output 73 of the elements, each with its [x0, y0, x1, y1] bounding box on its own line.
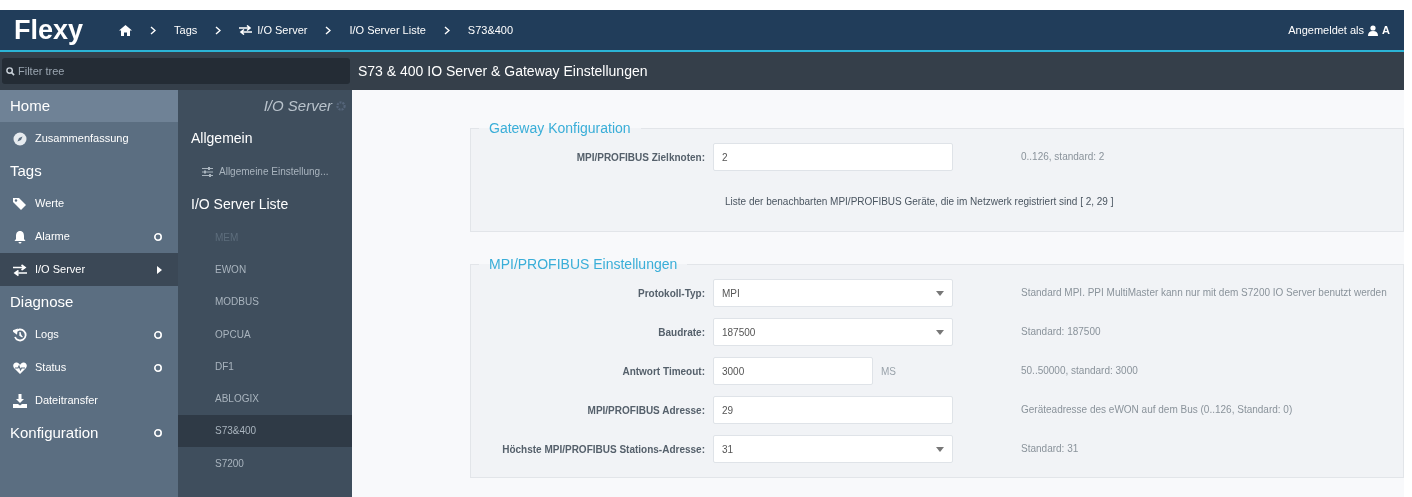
tag-icon — [13, 196, 27, 211]
subnav-item[interactable]: OPCUA — [178, 317, 352, 351]
hint-text: 50..50000, standard: 3000 — [1021, 364, 1139, 378]
login-label: Angemeldet als — [1288, 22, 1365, 38]
hint-text: 0..126, standard: 2 — [1021, 150, 1106, 164]
section-legend: MPI/PROFIBUS Einstellungen — [479, 254, 688, 275]
input-field[interactable]: 29 — [713, 396, 953, 424]
hint-text: Standard: 31 — [1021, 442, 1080, 456]
nav-section[interactable]: Tags — [0, 155, 178, 187]
hint-text: Geräteadresse des eWON auf dem Bus (0..126, Standard: 0) — [1021, 403, 1294, 417]
bell-icon — [13, 229, 27, 244]
nav-section[interactable]: Konfiguration — [0, 417, 178, 449]
compass-icon — [13, 131, 27, 146]
nav-section[interactable]: Home — [0, 90, 178, 122]
field-label: MPI/PROFIBUS Adresse: — [586, 403, 706, 418]
sliders-icon — [202, 166, 213, 177]
subnav-item[interactable]: Allgemeine Einstellung... — [178, 155, 352, 188]
breadcrumb-link[interactable]: I/O Server — [239, 21, 308, 39]
breadcrumb-link[interactable]: S73&400 — [467, 21, 514, 39]
nav-item[interactable]: Dateitransfer — [0, 384, 178, 417]
hint-text: Standard: 187500 — [1021, 325, 1102, 339]
caret-icon — [936, 329, 944, 335]
page-title: S73 & 400 IO Server & Gateway Einstellungen — [358, 61, 648, 81]
caret-icon — [936, 290, 944, 296]
section-legend: Gateway Konfiguration — [479, 118, 641, 139]
breadcrumb-link[interactable]: I/O Server Liste — [349, 21, 426, 39]
chevron-icon — [325, 25, 332, 35]
chevron-icon — [443, 25, 450, 35]
field-label: Baudrate: — [657, 325, 706, 340]
subnav-title: I/O Server — [263, 95, 332, 116]
subnav-heading: Allgemein — [190, 129, 254, 148]
subnav-item[interactable]: S7200 — [178, 447, 352, 480]
caret-icon — [936, 446, 944, 452]
nav-item[interactable]: Alarme — [0, 220, 178, 253]
download-icon — [13, 393, 27, 408]
field-label: MPI/PROFIBUS Zielknoten: — [575, 150, 706, 165]
search-icon — [6, 67, 15, 76]
chevron-icon — [150, 25, 157, 35]
user-icon — [1368, 24, 1379, 36]
nav-item[interactable]: I/O Server — [0, 253, 178, 286]
breadcrumb-link[interactable]: Tags — [174, 21, 198, 39]
subnav-item[interactable]: S73&400 — [178, 414, 352, 448]
hint-text: Standard MPI. PPI MultiMaster kann nur mit dem S7200 IO Server benutzt werden — [1021, 286, 1388, 300]
subnav-item[interactable]: DF1 — [178, 350, 352, 383]
nav-section[interactable]: Diagnose — [0, 286, 178, 318]
subnav-item[interactable]: ABLOGIX — [178, 382, 352, 415]
unit-label: MS — [881, 364, 896, 379]
info-text: Liste der benachbarten MPI/PROFIBUS Geräte, die im Netzwerk registriert sind [ 2, 29 ] — [725, 195, 1114, 209]
chevron-icon — [215, 25, 222, 35]
nav-item[interactable]: Status — [0, 351, 178, 384]
dropdown[interactable]: 31 — [713, 435, 953, 463]
field-label: Protokoll-Typ: — [636, 286, 706, 301]
filter-field[interactable]: Filter tree — [2, 58, 350, 84]
caret-icon — [157, 265, 162, 274]
subnav-heading: I/O Server Liste — [190, 195, 290, 214]
subnav-item[interactable]: EWON — [178, 253, 352, 286]
history-icon — [13, 327, 27, 342]
field-label: Höchste MPI/PROFIBUS Stations-Adresse: — [501, 442, 706, 457]
swap-arrows-icon — [13, 262, 27, 277]
input-field[interactable]: 3000 — [713, 357, 873, 385]
heartbeat-icon — [13, 360, 27, 375]
input-field[interactable]: 2 — [713, 143, 953, 171]
logo[interactable]: Flexy — [14, 16, 84, 44]
dropdown[interactable]: MPI — [713, 279, 953, 307]
nav-item[interactable]: Zusammenfassung — [0, 122, 178, 155]
swap-arrows-icon — [239, 25, 253, 35]
dropdown[interactable]: 187500 — [713, 318, 953, 346]
field-label: Antwort Timeout: — [621, 364, 706, 379]
user-name[interactable]: A — [1382, 21, 1390, 39]
home-icon[interactable] — [119, 24, 133, 36]
nav-item[interactable]: Logs — [0, 318, 178, 351]
nav-item[interactable]: Werte — [0, 187, 178, 220]
subnav-item[interactable]: MODBUS — [178, 285, 352, 318]
